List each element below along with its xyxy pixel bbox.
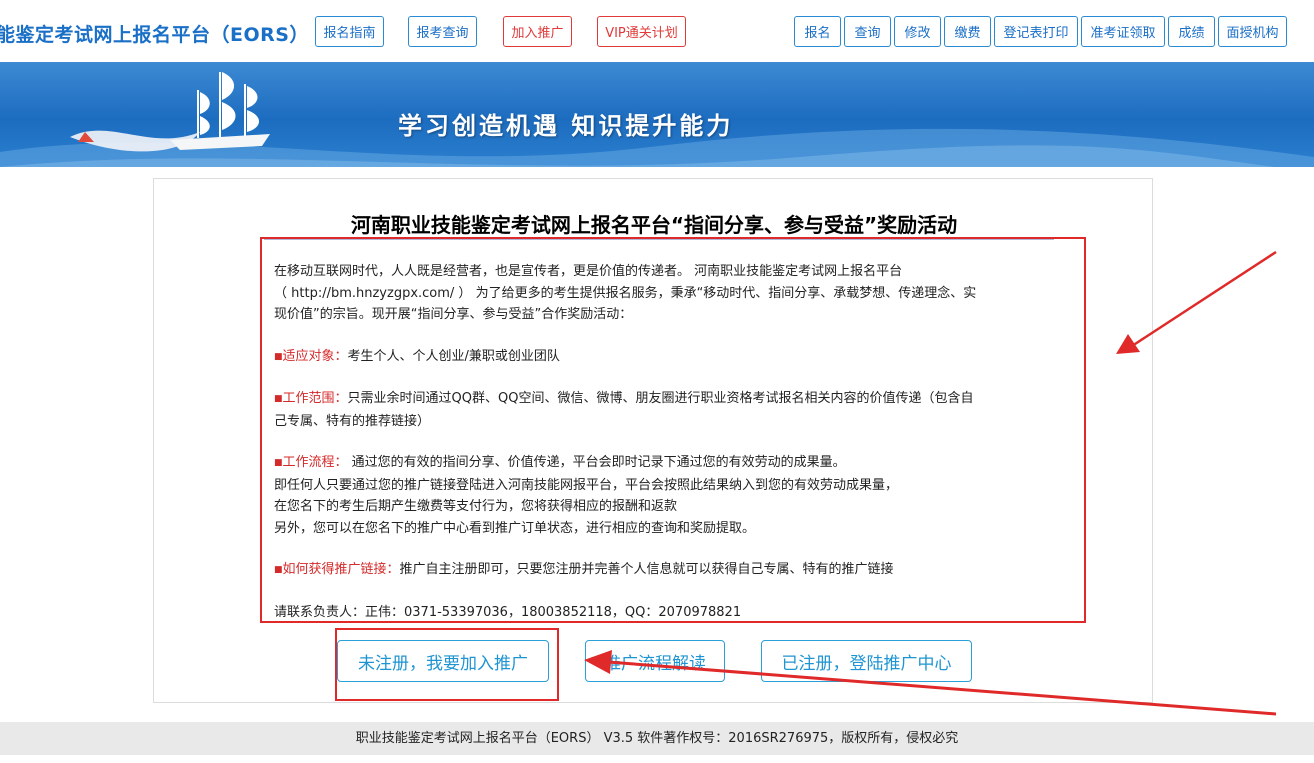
red-square-icon: ■ [274, 351, 283, 362]
red-square-icon: ■ [274, 565, 283, 575]
howto-row: ■如何获得推广链接：推广自主注册即可，只要您注册并完善个人信息就可以获得自己专属… [274, 559, 1044, 582]
scope-label: 工作范围： [282, 391, 348, 406]
sailing-ship-icon [70, 72, 270, 152]
banner: 学习创造机遇 知识提升能力 [0, 62, 1314, 167]
nav-print-form-button[interactable]: 登记表打印 [994, 16, 1078, 47]
join-promotion-button[interactable]: 未注册，我要加入推广 [337, 640, 549, 682]
process-row: ■工作流程： 通过您的有效的指间分享、价值传递，平台会即时记录下通过您的有效劳动… [274, 452, 1044, 475]
howto-text: 推广自主注册即可，只要您注册并完善个人信息就可以获得自己专属、特有的推广链接 [399, 562, 894, 577]
promotion-panel: 河南职业技能鉴定考试网上报名平台“指间分享、参与受益”奖励活动 在移动互联网时代… [153, 178, 1153, 703]
scope-text-cont: 己专属、特有的推荐链接） [274, 413, 431, 429]
process-text: 通过您的有效的指间分享、价值传递，平台会即时记录下通过您的有效劳动的成果量。 [347, 455, 846, 470]
contact-info: 请联系负责人：正伟：0371-53397036，18003852118，QQ：2… [274, 604, 742, 620]
intro-line: 在移动互联网时代，人人既是经营者，也是宣传者，更是价值的传递者。 河南职业技能鉴… [274, 264, 903, 279]
target-label: 适应对象： [282, 348, 348, 364]
nav-register-button[interactable]: 报名 [794, 16, 841, 47]
intro-line: 现价值”的宗旨。现开展“指间分享、参与受益”合作奖励活动： [274, 307, 633, 322]
nav-guide-button[interactable]: 报名指南 [315, 16, 384, 47]
process-text-line: 另外，您可以在您名下的推广中心看到推广订单状态，进行相应的查询和奖励提取。 [274, 520, 756, 536]
nav-admission-ticket-button[interactable]: 准考证领取 [1081, 16, 1165, 47]
nav-modify-button[interactable]: 修改 [894, 16, 941, 47]
top-bar: 能鉴定考试网上报名平台（EORS） 报名指南 报考查询 加入推广 VIP通关计划… [0, 0, 1314, 62]
scope-text: 只需业余时间通过QQ群、QQ空间、微信、微博、朋友圈进行职业资格考试报名相关内容… [347, 391, 974, 406]
promotion-description: 在移动互联网时代，人人既是经营者，也是宣传者，更是价值的传递者。 河南职业技能鉴… [274, 261, 1044, 623]
nav-query-button[interactable]: 报考查询 [408, 16, 477, 47]
red-square-icon: ■ [274, 394, 283, 404]
nav-score-button[interactable]: 成绩 [1168, 16, 1215, 47]
login-promotion-center-button[interactable]: 已注册，登陆推广中心 [761, 640, 972, 682]
intro-line: （ http://bm.hnzyzgpx.com/ ） 为了给更多的考生提供报名… [274, 285, 977, 301]
process-label: 工作流程： [282, 455, 348, 470]
nav-join-promotion-button[interactable]: 加入推广 [503, 16, 572, 47]
footer: 职业技能鉴定考试网上报名平台（EORS） V3.5 软件著作权号：2016SR2… [0, 722, 1314, 755]
promotion-process-button[interactable]: 推广流程解读 [585, 640, 725, 682]
target-text: 考生个人、个人创业/兼职或创业团队 [347, 348, 560, 364]
nav-search-button[interactable]: 查询 [844, 16, 891, 47]
site-title: 能鉴定考试网上报名平台（EORS） [0, 24, 309, 46]
red-square-icon: ■ [274, 458, 283, 468]
page-title: 河南职业技能鉴定考试网上报名平台“指间分享、参与受益”奖励活动 [350, 213, 958, 237]
nav-pay-button[interactable]: 缴费 [944, 16, 991, 47]
nav-training-institution-button[interactable]: 面授机构 [1218, 16, 1287, 47]
banner-slogan: 学习创造机遇 知识提升能力 [398, 111, 734, 140]
nav-vip-plan-button[interactable]: VIP通关计划 [597, 16, 686, 47]
target-row: ■适应对象：考生个人、个人创业/兼职或创业团队 [274, 346, 1044, 369]
howto-label: 如何获得推广链接： [282, 562, 400, 577]
process-text-line: 在您名下的考生后期产生缴费等支付行为，您将获得相应的报酬和返款 [274, 499, 678, 514]
scope-row: ■工作范围：只需业余时间通过QQ群、QQ空间、微信、微博、朋友圈进行职业资格考试… [274, 388, 1044, 411]
process-text-line: 即任何人只要通过您的推广链接登陆进入河南技能网报平台，平台会按照此结果纳入到您的… [274, 477, 899, 493]
